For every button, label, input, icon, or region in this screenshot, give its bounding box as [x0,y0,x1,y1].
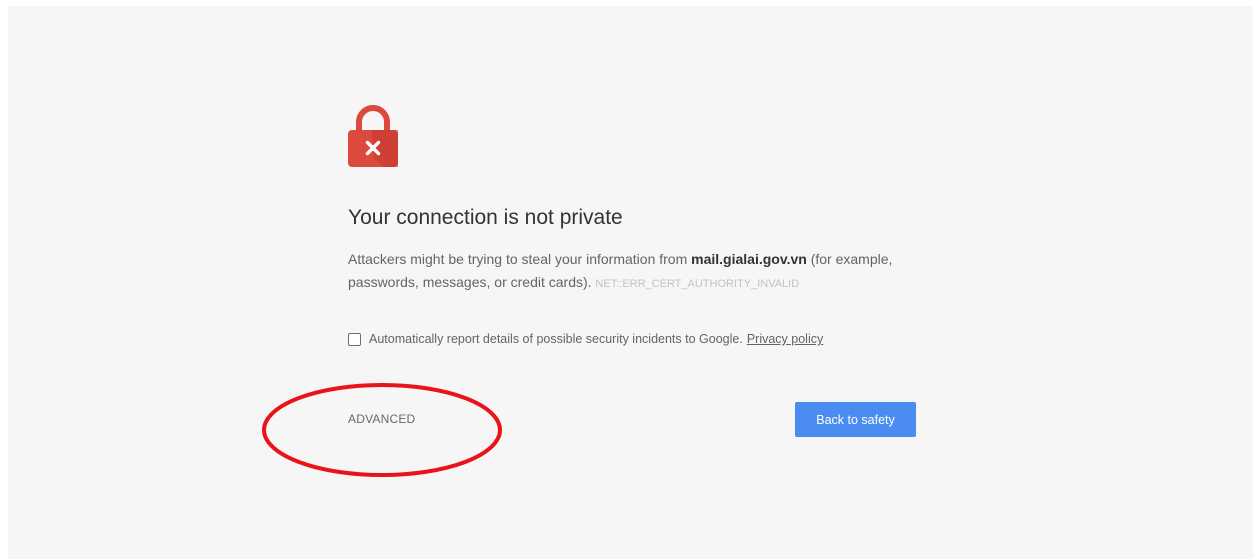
site-domain: mail.gialai.gov.vn [691,251,807,267]
description-prefix: Attackers might be trying to steal your … [348,251,692,267]
lock-error-icon [348,105,398,167]
back-to-safety-button[interactable]: Back to safety [795,402,916,437]
report-option: Automatically report details of possible… [348,332,823,346]
advanced-button[interactable]: ADVANCED [348,412,415,426]
report-label: Automatically report details of possible… [369,332,743,346]
error-code[interactable]: NET::ERR_CERT_AUTHORITY_INVALID [595,278,799,290]
interstitial-page: Your connection is not private Attackers… [8,6,1253,559]
page-title: Your connection is not private [348,206,623,229]
error-description: Attackers might be trying to steal your … [348,248,923,296]
report-checkbox[interactable] [348,332,361,346]
privacy-policy-link[interactable]: Privacy policy [747,332,823,346]
